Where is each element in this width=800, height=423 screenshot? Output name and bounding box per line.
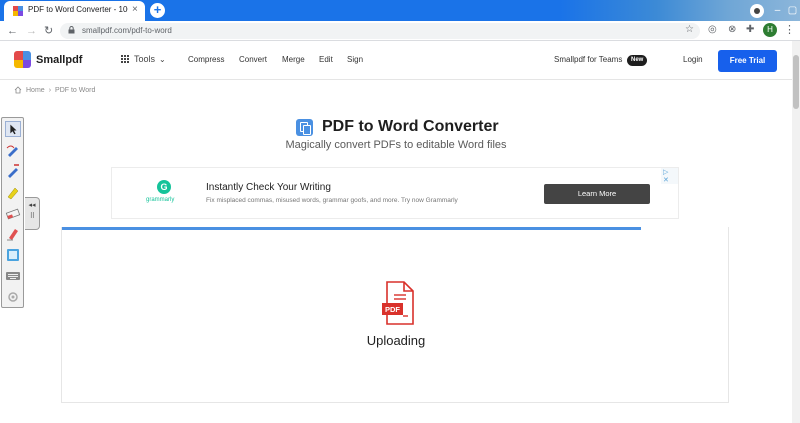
upload-progress-bar: [62, 227, 642, 230]
smallpdf-favicon-icon: [13, 6, 23, 16]
login-link[interactable]: Login: [683, 55, 703, 64]
url-text: smallpdf.com/pdf-to-word: [82, 26, 172, 35]
upload-status: Uploading: [366, 333, 426, 348]
nav-sign[interactable]: Sign: [347, 55, 363, 64]
breadcrumb-home[interactable]: Home: [26, 87, 45, 94]
back-icon[interactable]: ←: [7, 23, 18, 39]
highlighter-icon[interactable]: [5, 184, 21, 200]
new-badge: New: [627, 55, 648, 66]
teams-link[interactable]: Smallpdf for Teams: [554, 55, 622, 64]
smallpdf-logo[interactable]: [14, 51, 31, 68]
collapse-arrows-icon: ◂◂: [28, 202, 36, 209]
extension-status-icon[interactable]: ⊗: [728, 24, 736, 35]
minimize-button[interactable]: –: [770, 5, 785, 16]
learn-more-button[interactable]: Learn More: [544, 184, 650, 204]
tab-title: PDF to Word Converter - 100% F: [28, 5, 128, 14]
marker-icon[interactable]: [5, 163, 21, 179]
nav-compress[interactable]: Compress: [188, 55, 224, 64]
page-title-row: PDF to Word Converter: [296, 117, 499, 137]
scrollbar-thumb[interactable]: [793, 55, 799, 109]
profile-avatar[interactable]: H: [763, 23, 777, 37]
breadcrumb-separator: ›: [48, 86, 52, 94]
address-bar[interactable]: smallpdf.com/pdf-to-word ☆: [60, 23, 700, 39]
note-icon[interactable]: [5, 247, 21, 263]
browser-tab[interactable]: PDF to Word Converter - 100% F ×: [4, 1, 145, 21]
home-icon: [14, 86, 22, 94]
pdf-file-icon: PDF: [382, 281, 414, 325]
record-icon[interactable]: [750, 3, 764, 18]
puzzle-icon[interactable]: ✚: [746, 24, 754, 35]
browser-toolbar: ← → ↻ smallpdf.com/pdf-to-word ☆ ◎ ⊗ ✚ H…: [0, 21, 800, 41]
brand-name[interactable]: Smallpdf: [36, 54, 82, 66]
pdf-badge-text: PDF: [385, 305, 400, 314]
grid-icon: [121, 54, 130, 64]
pen-icon[interactable]: [5, 142, 21, 158]
bookmark-star-icon[interactable]: ☆: [685, 24, 694, 35]
pdf-to-word-icon: [296, 118, 313, 136]
browser-menu-icon[interactable]: ⋮: [784, 23, 795, 36]
reload-icon[interactable]: ↻: [44, 23, 53, 39]
clear-icon[interactable]: [5, 226, 21, 242]
nav-convert[interactable]: Convert: [239, 55, 267, 64]
free-trial-button[interactable]: Free Trial: [718, 50, 777, 72]
nav-edit[interactable]: Edit: [319, 55, 333, 64]
settings-icon[interactable]: [5, 289, 21, 305]
upload-panel: PDF Uploading: [61, 227, 729, 403]
globe-icon[interactable]: ◎: [708, 24, 717, 35]
ad-title[interactable]: Instantly Check Your Writing: [206, 182, 331, 193]
adchoices-icon[interactable]: ▷ ✕: [661, 168, 678, 184]
window-controls: – ▢: [750, 0, 800, 21]
lock-icon: [68, 26, 75, 34]
tools-label: Tools: [134, 54, 156, 64]
tab-close-icon[interactable]: ×: [132, 4, 138, 16]
cursor-icon[interactable]: [5, 121, 21, 137]
breadcrumb: Home › PDF to Word: [14, 86, 95, 94]
eraser-icon[interactable]: [5, 205, 21, 221]
chevron-down-icon: ⌄: [159, 54, 166, 64]
ad-brand: grammarly: [146, 197, 175, 203]
grammarly-ad[interactable]: G grammarly Instantly Check Your Writing…: [111, 167, 679, 219]
new-tab-button[interactable]: +: [150, 3, 165, 18]
browser-tab-strip: PDF to Word Converter - 100% F × + – ▢: [0, 0, 800, 21]
page-subtitle: Magically convert PDFs to editable Word …: [285, 139, 507, 151]
maximize-button[interactable]: ▢: [785, 5, 800, 16]
ad-description: Fix misplaced commas, misused words, gra…: [206, 197, 458, 204]
grammarly-logo-icon: G: [157, 180, 171, 194]
tools-dropdown[interactable]: Tools ⌄: [121, 54, 166, 64]
nav-merge[interactable]: Merge: [282, 55, 305, 64]
page-title: PDF to Word Converter: [322, 118, 499, 135]
breadcrumb-current[interactable]: PDF to Word: [55, 87, 95, 94]
site-header: Smallpdf Tools ⌄ Compress Convert Merge …: [0, 41, 792, 80]
keyboard-icon[interactable]: [5, 268, 21, 284]
toolbar-collapse-handle[interactable]: ◂◂ ⠿: [25, 197, 40, 230]
grip-icon: ⠿: [29, 213, 35, 220]
page-scrollbar[interactable]: [792, 41, 800, 423]
forward-icon[interactable]: →: [26, 23, 37, 39]
annotation-toolbar: [1, 117, 24, 308]
